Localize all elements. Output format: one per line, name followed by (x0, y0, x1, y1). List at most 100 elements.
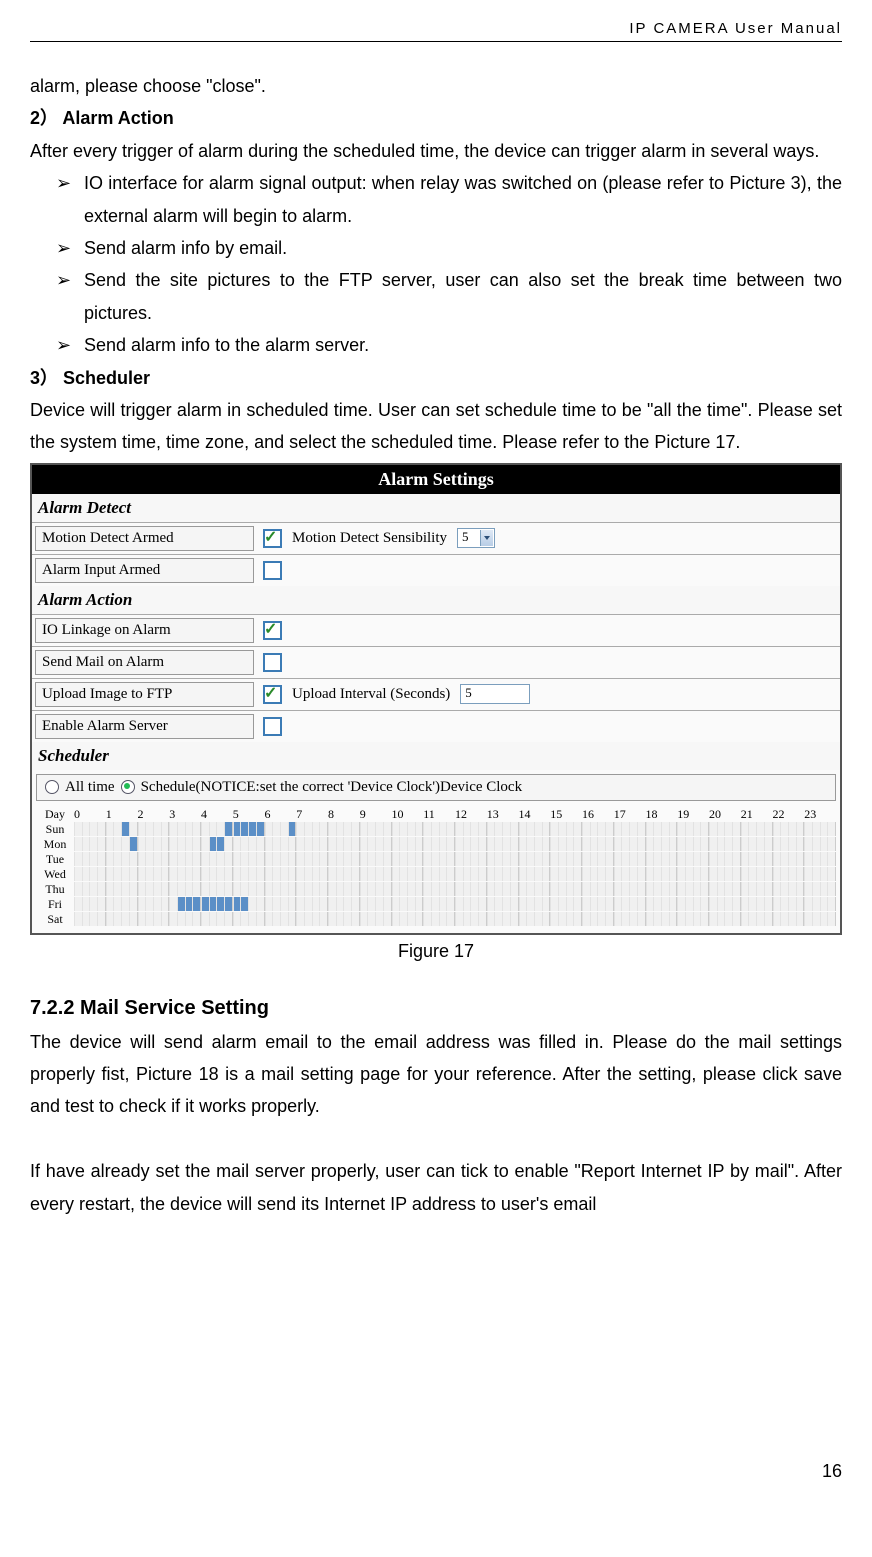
schedule-cell[interactable] (312, 852, 320, 866)
schedule-cell[interactable] (224, 912, 232, 926)
schedule-cell[interactable] (653, 837, 661, 851)
schedule-cell[interactable] (519, 912, 527, 926)
schedule-cell[interactable] (145, 852, 153, 866)
schedule-cell[interactable] (407, 897, 415, 911)
schedule-cell[interactable] (319, 897, 327, 911)
schedule-cell[interactable] (646, 867, 654, 881)
schedule-cell[interactable] (748, 897, 756, 911)
schedule-cell[interactable] (89, 882, 97, 896)
schedule-cell[interactable] (161, 882, 169, 896)
schedule-cell[interactable] (209, 912, 217, 926)
schedule-cell[interactable] (360, 837, 368, 851)
schedule-cell[interactable] (185, 882, 193, 896)
schedule-cell[interactable] (669, 852, 677, 866)
schedule-cell[interactable] (74, 837, 82, 851)
sensibility-select[interactable]: 5 (457, 528, 495, 548)
schedule-cell[interactable] (637, 912, 645, 926)
schedule-cell[interactable] (383, 897, 391, 911)
schedule-cell[interactable] (526, 822, 534, 836)
schedule-cell[interactable] (177, 852, 185, 866)
schedule-cell[interactable] (192, 912, 200, 926)
schedule-cell[interactable] (392, 852, 400, 866)
schedule-cell[interactable] (360, 852, 368, 866)
schedule-cell[interactable] (304, 837, 312, 851)
schedule-cell[interactable] (487, 882, 495, 896)
schedule-cell[interactable] (423, 867, 431, 881)
schedule-cell[interactable] (685, 867, 693, 881)
schedule-cell[interactable] (272, 897, 280, 911)
schedule-cell[interactable] (224, 852, 232, 866)
schedule-cell[interactable] (756, 882, 764, 896)
schedule-cell[interactable] (550, 867, 558, 881)
schedule-cell[interactable] (455, 822, 463, 836)
schedule-cell[interactable] (256, 837, 264, 851)
schedule-cell[interactable] (590, 837, 598, 851)
schedule-cell[interactable] (336, 837, 344, 851)
schedule-cell[interactable] (717, 867, 725, 881)
schedule-cell[interactable] (240, 897, 248, 911)
schedule-cell[interactable] (280, 822, 288, 836)
schedule-cell[interactable] (192, 897, 200, 911)
schedule-cell[interactable] (629, 822, 637, 836)
schedule-cell[interactable] (773, 867, 781, 881)
schedule-cell[interactable] (415, 882, 423, 896)
schedule-cell[interactable] (717, 882, 725, 896)
schedule-cell[interactable] (502, 912, 510, 926)
schedule-cell[interactable] (582, 882, 590, 896)
schedule-cell[interactable] (558, 882, 566, 896)
schedule-cell[interactable] (383, 822, 391, 836)
schedule-cell[interactable] (97, 837, 105, 851)
schedule-cell[interactable] (478, 897, 486, 911)
schedule-cell[interactable] (431, 837, 439, 851)
schedule-cell[interactable] (646, 852, 654, 866)
schedule-cell[interactable] (669, 882, 677, 896)
schedule-cell[interactable] (288, 822, 296, 836)
schedule-cell[interactable] (138, 897, 146, 911)
schedule-cell[interactable] (265, 912, 273, 926)
schedule-cell[interactable] (360, 882, 368, 896)
schedule-cell[interactable] (201, 822, 209, 836)
schedule-cell[interactable] (534, 852, 542, 866)
schedule-cell[interactable] (494, 882, 502, 896)
schedule-cell[interactable] (693, 912, 701, 926)
schedule-cell[interactable] (558, 867, 566, 881)
schedule-cell[interactable] (827, 912, 835, 926)
schedule-cell[interactable] (415, 912, 423, 926)
schedule-cell[interactable] (383, 852, 391, 866)
schedule-cell[interactable] (145, 822, 153, 836)
schedule-cell[interactable] (392, 912, 400, 926)
schedule-cell[interactable] (510, 867, 518, 881)
schedule-cell[interactable] (550, 912, 558, 926)
schedule-cell[interactable] (748, 867, 756, 881)
schedule-cell[interactable] (304, 912, 312, 926)
schedule-cell[interactable] (336, 912, 344, 926)
schedule-cell[interactable] (542, 882, 550, 896)
schedule-cell[interactable] (82, 822, 90, 836)
schedule-cell[interactable] (827, 822, 835, 836)
schedule-cell[interactable] (265, 837, 273, 851)
schedule-cell[interactable] (129, 852, 137, 866)
schedule-cell[interactable] (621, 837, 629, 851)
schedule-cell[interactable] (177, 912, 185, 926)
schedule-cell[interactable] (265, 897, 273, 911)
schedule-cell[interactable] (487, 822, 495, 836)
schedule-cell[interactable] (463, 897, 471, 911)
schedule-cell[interactable] (233, 822, 241, 836)
schedule-cell[interactable] (392, 882, 400, 896)
schedule-cell[interactable] (312, 897, 320, 911)
schedule-cell[interactable] (597, 867, 605, 881)
schedule-cell[interactable] (336, 822, 344, 836)
schedule-cell[interactable] (820, 822, 828, 836)
schedule-cell[interactable] (455, 912, 463, 926)
schedule-cell[interactable] (415, 852, 423, 866)
schedule-cell[interactable] (780, 837, 788, 851)
schedule-cell[interactable] (621, 867, 629, 881)
schedule-cell[interactable] (367, 912, 375, 926)
schedule-cell[interactable] (812, 837, 820, 851)
schedule-cell[interactable] (773, 822, 781, 836)
schedule-cell[interactable] (534, 822, 542, 836)
schedule-cell[interactable] (89, 867, 97, 881)
schedule-cell[interactable] (209, 852, 217, 866)
schedule-cell[interactable] (764, 822, 772, 836)
schedule-cell[interactable] (804, 837, 812, 851)
